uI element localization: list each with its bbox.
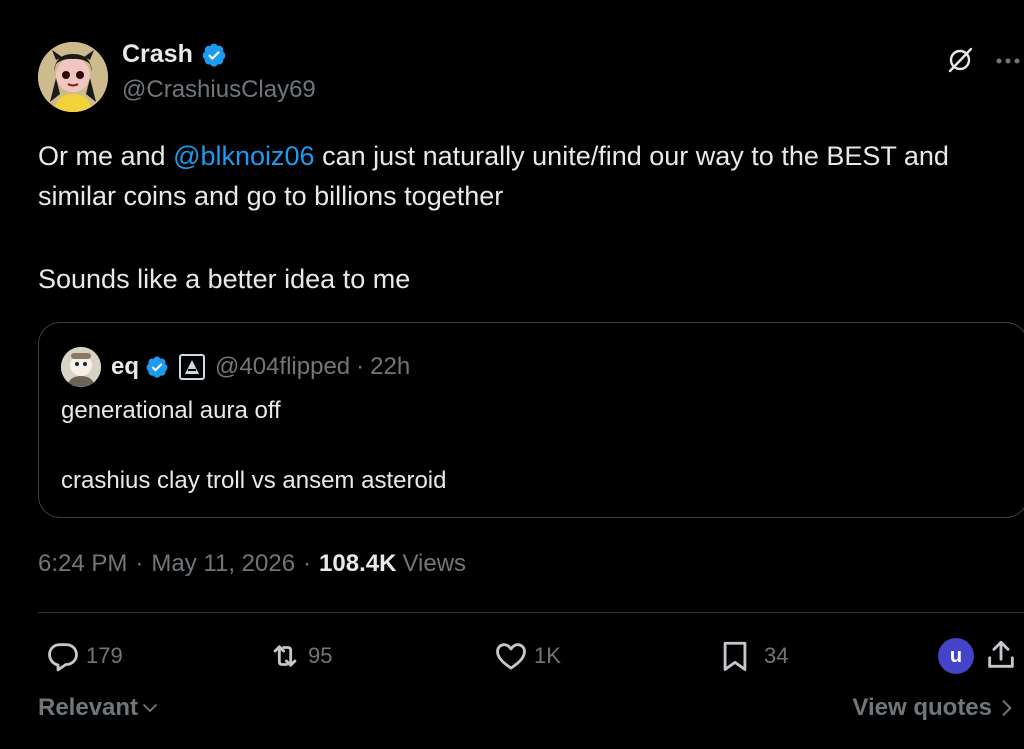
tweet-paragraph-1: Or me and @blknoiz06 can just naturally … — [38, 136, 1018, 216]
quote-avatar[interactable] — [61, 347, 101, 387]
quote-line-2: crashius clay troll vs ansem asteroid — [61, 467, 447, 494]
quote-author-name[interactable]: eq — [111, 353, 139, 381]
quote-header: eq @404flipped · 22h — [111, 349, 410, 385]
quote-text: generational aura off crashius clay trol… — [61, 393, 446, 499]
meta-separator: · — [135, 550, 144, 577]
author-name-text: Crash — [122, 40, 193, 68]
avatar-image — [38, 42, 108, 112]
author-name[interactable]: Crash — [122, 40, 227, 69]
tweet-date[interactable]: May 11, 2026 — [151, 550, 295, 578]
affiliation-badge-icon[interactable] — [179, 354, 206, 380]
triangle-logo-icon — [185, 360, 200, 374]
tweet-time[interactable]: 6:24 PM — [38, 550, 127, 578]
view-quotes-link[interactable]: View quotes — [852, 694, 1016, 722]
views-count[interactable]: 108.4K — [319, 550, 396, 578]
verified-badge-icon — [202, 43, 226, 67]
sort-dropdown[interactable]: Relevant — [38, 694, 158, 722]
view-quotes-label: View quotes — [852, 694, 992, 721]
quote-author-handle: @404flipped — [215, 353, 351, 380]
quote-separator: · — [356, 353, 365, 380]
quote-line-1: generational aura off — [61, 397, 281, 424]
tweet-text-part: Or me and — [38, 141, 174, 171]
tweet-text: Or me and @blknoiz06 can just naturally … — [38, 136, 1018, 299]
sort-label: Relevant — [38, 694, 139, 721]
reply-count: 179 — [86, 643, 123, 668]
bookmark-icon — [723, 641, 747, 671]
like-count: 1K — [534, 643, 561, 668]
meta-separator: · — [303, 550, 312, 577]
share-icon[interactable] — [984, 638, 1018, 672]
heart-icon — [496, 643, 526, 670]
repost-count: 95 — [308, 643, 333, 668]
reply-button[interactable]: 179 — [46, 638, 123, 674]
mention-link[interactable]: @blknoiz06 — [173, 141, 315, 171]
grok-icon[interactable] — [944, 44, 976, 76]
bookmark-button[interactable]: 34 — [718, 638, 788, 674]
tweet-paragraph-2: Sounds like a better idea to me — [38, 264, 411, 294]
chevron-down-icon — [143, 704, 157, 712]
tweet-detail: Crash @CrashiusClay69 Or me and @blknoiz… — [0, 0, 1024, 749]
author-handle[interactable]: @CrashiusClay69 — [122, 76, 316, 104]
views-label: Views — [402, 550, 467, 577]
like-button[interactable]: 1K — [494, 638, 561, 674]
user-badge[interactable]: u — [938, 638, 974, 674]
quoted-tweet[interactable]: eq @404flipped · 22h generational aura o… — [38, 322, 1024, 518]
more-dots — [996, 58, 1020, 64]
bookmark-count: 34 — [764, 643, 789, 668]
more-icon[interactable] — [995, 48, 1021, 68]
chevron-right-icon — [1002, 700, 1012, 716]
reply-icon — [48, 643, 78, 672]
repost-button[interactable]: 95 — [268, 638, 332, 674]
tweet-meta: 6:24 PM · May 11, 2026 · 108.4K Views — [38, 550, 466, 578]
quote-avatar-image — [61, 347, 101, 387]
verified-badge-icon — [146, 356, 168, 378]
repost-icon — [273, 645, 297, 667]
author-avatar[interactable] — [38, 42, 108, 112]
quote-timestamp[interactable]: 22h — [370, 353, 410, 381]
divider — [38, 612, 1024, 613]
